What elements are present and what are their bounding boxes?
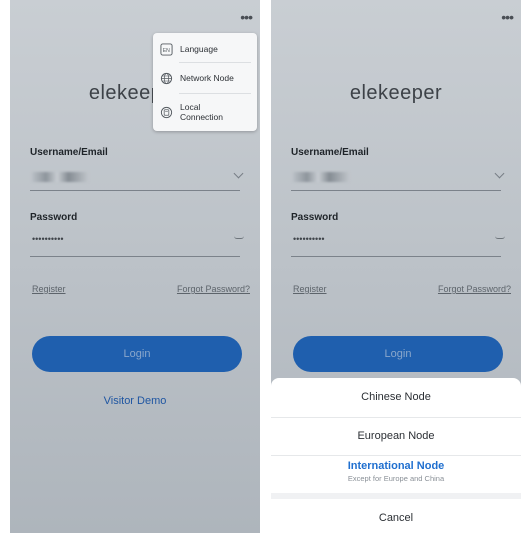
eye-closed-icon[interactable] [234, 236, 244, 239]
network-node-sheet: Chinese Node European Node International… [271, 378, 521, 533]
chevron-down-icon[interactable] [233, 168, 244, 179]
forgot-password-link[interactable]: Forgot Password? [177, 284, 250, 294]
sheet-gap [271, 493, 521, 499]
password-field[interactable]: •••••••••• [32, 234, 64, 244]
chinese-node-option[interactable]: Chinese Node [271, 391, 521, 403]
menu-item-local-connection-label: Local Connection [180, 102, 223, 122]
cancel-button[interactable]: Cancel [271, 512, 521, 524]
globe-icon [160, 72, 173, 84]
eye-closed-icon[interactable] [495, 236, 505, 239]
international-node-option[interactable]: International Node Except for Europe and… [271, 460, 521, 483]
register-link[interactable]: Register [293, 284, 327, 294]
sheet-divider [271, 417, 521, 418]
european-node-option[interactable]: European Node [271, 430, 521, 442]
login-button[interactable]: Login [32, 336, 242, 372]
password-label: Password [30, 212, 78, 223]
visitor-demo-link[interactable]: Visitor Demo [10, 395, 260, 407]
svg-text:EN: EN [163, 47, 170, 53]
chevron-down-icon[interactable] [494, 168, 505, 179]
menu-divider [179, 93, 251, 94]
local-connection-line1: Local [180, 102, 201, 112]
menu-item-language[interactable]: EN Language [153, 40, 257, 58]
international-node-subtitle: Except for Europe and China [347, 474, 445, 483]
language-icon: EN [160, 42, 173, 56]
options-popup-menu: EN Language Network Node Local Connectio… [153, 33, 257, 131]
password-underline [291, 256, 501, 257]
menu-item-network-node[interactable]: Network Node [153, 69, 257, 87]
username-underline [291, 190, 501, 191]
app-logo: elekeeper [349, 82, 443, 104]
login-screen-with-menu: ••• elekeeper Username/Email Password ••… [10, 0, 260, 533]
international-node-label: International Node [347, 460, 445, 472]
username-label: Username/Email [30, 147, 108, 158]
register-link[interactable]: Register [32, 284, 66, 294]
menu-divider [179, 62, 251, 63]
username-value-blurred[interactable] [293, 172, 349, 182]
password-underline [30, 256, 240, 257]
password-label: Password [291, 212, 339, 223]
username-label: Username/Email [291, 147, 369, 158]
menu-item-network-node-label: Network Node [180, 73, 234, 83]
login-screen-with-node-sheet: ••• elekeeper Username/Email Password ••… [271, 0, 521, 533]
more-options-icon[interactable]: ••• [240, 10, 253, 24]
menu-item-local-connection[interactable]: Local Connection [153, 99, 257, 125]
username-value-blurred[interactable] [32, 172, 88, 182]
local-connection-line2: Connection [180, 112, 224, 122]
login-button[interactable]: Login [293, 336, 503, 372]
more-options-icon[interactable]: ••• [501, 10, 514, 24]
username-underline [30, 190, 240, 191]
menu-item-language-label: Language [180, 44, 218, 54]
sheet-divider [271, 455, 521, 456]
local-connection-icon [160, 106, 173, 118]
forgot-password-link[interactable]: Forgot Password? [438, 284, 511, 294]
password-field[interactable]: •••••••••• [293, 234, 325, 244]
